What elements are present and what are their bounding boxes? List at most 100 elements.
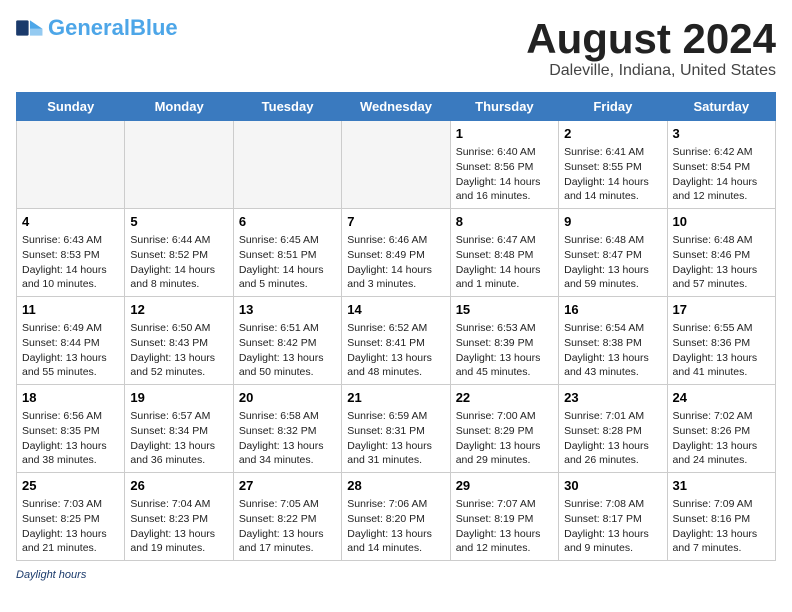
day-number: 17 bbox=[673, 301, 770, 319]
calendar-cell: 1 Sunrise: 6:40 AM Sunset: 8:56 PM Daylig… bbox=[450, 121, 558, 209]
calendar-day-header-tuesday: Tuesday bbox=[233, 93, 341, 121]
calendar-cell bbox=[342, 121, 450, 209]
logo-icon bbox=[16, 19, 44, 37]
calendar-cell: 22 Sunrise: 7:00 AM Sunset: 8:29 PM Dayli… bbox=[450, 385, 558, 473]
day-number: 2 bbox=[564, 125, 661, 143]
day-info: Sunrise: 7:08 AM Sunset: 8:17 PM Dayligh… bbox=[564, 497, 661, 556]
day-info: Sunrise: 6:56 AM Sunset: 8:35 PM Dayligh… bbox=[22, 409, 119, 468]
calendar-day-header-sunday: Sunday bbox=[17, 93, 125, 121]
day-info: Sunrise: 6:55 AM Sunset: 8:36 PM Dayligh… bbox=[673, 321, 770, 380]
day-number: 21 bbox=[347, 389, 444, 407]
day-number: 30 bbox=[564, 477, 661, 495]
day-number: 15 bbox=[456, 301, 553, 319]
calendar-cell bbox=[17, 121, 125, 209]
day-number: 19 bbox=[130, 389, 227, 407]
calendar-cell: 12 Sunrise: 6:50 AM Sunset: 8:43 PM Dayli… bbox=[125, 297, 233, 385]
calendar-cell: 19 Sunrise: 6:57 AM Sunset: 8:34 PM Dayli… bbox=[125, 385, 233, 473]
calendar-cell: 31 Sunrise: 7:09 AM Sunset: 8:16 PM Dayli… bbox=[667, 472, 775, 560]
calendar-day-header-friday: Friday bbox=[559, 93, 667, 121]
calendar-cell: 24Sunrise: 7:02 AM Sunset: 8:26 PM Dayli… bbox=[667, 385, 775, 473]
day-info: Sunrise: 6:46 AM Sunset: 8:49 PM Dayligh… bbox=[347, 233, 444, 292]
calendar-cell: 23 Sunrise: 7:01 AM Sunset: 8:28 PM Dayli… bbox=[559, 385, 667, 473]
calendar-cell: 29 Sunrise: 7:07 AM Sunset: 8:19 PM Dayli… bbox=[450, 472, 558, 560]
day-info: Sunrise: 7:03 AM Sunset: 8:25 PM Dayligh… bbox=[22, 497, 119, 556]
day-info: Sunrise: 7:00 AM Sunset: 8:29 PM Dayligh… bbox=[456, 409, 553, 468]
calendar-cell: 8 Sunrise: 6:47 AM Sunset: 8:48 PM Daylig… bbox=[450, 209, 558, 297]
calendar-week-row: 18 Sunrise: 6:56 AM Sunset: 8:35 PM Dayli… bbox=[17, 385, 776, 473]
calendar-day-header-thursday: Thursday bbox=[450, 93, 558, 121]
logo-text: GeneralBlue bbox=[48, 16, 178, 40]
day-number: 20 bbox=[239, 389, 336, 407]
calendar-cell: 2 Sunrise: 6:41 AM Sunset: 8:55 PM Daylig… bbox=[559, 121, 667, 209]
calendar-cell: 7 Sunrise: 6:46 AM Sunset: 8:49 PM Daylig… bbox=[342, 209, 450, 297]
day-number: 31 bbox=[673, 477, 770, 495]
day-info: Sunrise: 6:58 AM Sunset: 8:32 PM Dayligh… bbox=[239, 409, 336, 468]
day-number: 23 bbox=[564, 389, 661, 407]
day-number: 9 bbox=[564, 213, 661, 231]
calendar-day-header-monday: Monday bbox=[125, 93, 233, 121]
page-title: August 2024 bbox=[526, 16, 776, 62]
day-info: Sunrise: 6:54 AM Sunset: 8:38 PM Dayligh… bbox=[564, 321, 661, 380]
header: GeneralBlue August 2024 Daleville, India… bbox=[16, 16, 776, 80]
day-info: Sunrise: 7:07 AM Sunset: 8:19 PM Dayligh… bbox=[456, 497, 553, 556]
calendar-cell: 16 Sunrise: 6:54 AM Sunset: 8:38 PM Dayli… bbox=[559, 297, 667, 385]
day-number: 3 bbox=[673, 125, 770, 143]
day-info: Sunrise: 6:40 AM Sunset: 8:56 PM Dayligh… bbox=[456, 145, 553, 204]
day-info: Sunrise: 7:09 AM Sunset: 8:16 PM Dayligh… bbox=[673, 497, 770, 556]
calendar-cell: 18 Sunrise: 6:56 AM Sunset: 8:35 PM Dayli… bbox=[17, 385, 125, 473]
day-number: 1 bbox=[456, 125, 553, 143]
day-info: Sunrise: 6:49 AM Sunset: 8:44 PM Dayligh… bbox=[22, 321, 119, 380]
calendar-week-row: 4Sunrise: 6:43 AM Sunset: 8:53 PM Daylig… bbox=[17, 209, 776, 297]
calendar-week-row: 11Sunrise: 6:49 AM Sunset: 8:44 PM Dayli… bbox=[17, 297, 776, 385]
day-number: 5 bbox=[130, 213, 227, 231]
calendar-cell: 13Sunrise: 6:51 AM Sunset: 8:42 PM Dayli… bbox=[233, 297, 341, 385]
calendar-cell: 6 Sunrise: 6:45 AM Sunset: 8:51 PM Daylig… bbox=[233, 209, 341, 297]
day-number: 14 bbox=[347, 301, 444, 319]
calendar-cell: 26Sunrise: 7:04 AM Sunset: 8:23 PM Dayli… bbox=[125, 472, 233, 560]
day-info: Sunrise: 6:45 AM Sunset: 8:51 PM Dayligh… bbox=[239, 233, 336, 292]
day-info: Sunrise: 6:57 AM Sunset: 8:34 PM Dayligh… bbox=[130, 409, 227, 468]
page-subtitle: Daleville, Indiana, United States bbox=[526, 62, 776, 80]
calendar-cell bbox=[233, 121, 341, 209]
day-info: Sunrise: 7:05 AM Sunset: 8:22 PM Dayligh… bbox=[239, 497, 336, 556]
day-number: 29 bbox=[456, 477, 553, 495]
day-number: 16 bbox=[564, 301, 661, 319]
calendar-cell: 20 Sunrise: 6:58 AM Sunset: 8:32 PM Dayli… bbox=[233, 385, 341, 473]
day-info: Sunrise: 6:53 AM Sunset: 8:39 PM Dayligh… bbox=[456, 321, 553, 380]
calendar-day-header-wednesday: Wednesday bbox=[342, 93, 450, 121]
day-number: 18 bbox=[22, 389, 119, 407]
footer-note: Daylight hours bbox=[16, 569, 776, 581]
day-number: 4 bbox=[22, 213, 119, 231]
day-number: 6 bbox=[239, 213, 336, 231]
calendar-cell: 21 Sunrise: 6:59 AM Sunset: 8:31 PM Dayli… bbox=[342, 385, 450, 473]
day-info: Sunrise: 6:59 AM Sunset: 8:31 PM Dayligh… bbox=[347, 409, 444, 468]
calendar-cell: 4Sunrise: 6:43 AM Sunset: 8:53 PM Daylig… bbox=[17, 209, 125, 297]
calendar-table: SundayMondayTuesdayWednesdayThursdayFrid… bbox=[16, 92, 776, 561]
day-number: 28 bbox=[347, 477, 444, 495]
day-number: 13 bbox=[239, 301, 336, 319]
day-info: Sunrise: 6:52 AM Sunset: 8:41 PM Dayligh… bbox=[347, 321, 444, 380]
day-info: Sunrise: 6:42 AM Sunset: 8:54 PM Dayligh… bbox=[673, 145, 770, 204]
day-info: Sunrise: 7:01 AM Sunset: 8:28 PM Dayligh… bbox=[564, 409, 661, 468]
day-number: 7 bbox=[347, 213, 444, 231]
calendar-cell: 28 Sunrise: 7:06 AM Sunset: 8:20 PM Dayli… bbox=[342, 472, 450, 560]
day-number: 12 bbox=[130, 301, 227, 319]
calendar-cell: 25Sunrise: 7:03 AM Sunset: 8:25 PM Dayli… bbox=[17, 472, 125, 560]
day-info: Sunrise: 6:41 AM Sunset: 8:55 PM Dayligh… bbox=[564, 145, 661, 204]
day-info: Sunrise: 6:48 AM Sunset: 8:47 PM Dayligh… bbox=[564, 233, 661, 292]
day-info: Sunrise: 6:50 AM Sunset: 8:43 PM Dayligh… bbox=[130, 321, 227, 380]
day-info: Sunrise: 7:06 AM Sunset: 8:20 PM Dayligh… bbox=[347, 497, 444, 556]
day-info: Sunrise: 7:04 AM Sunset: 8:23 PM Dayligh… bbox=[130, 497, 227, 556]
calendar-cell: 9 Sunrise: 6:48 AM Sunset: 8:47 PM Daylig… bbox=[559, 209, 667, 297]
calendar-day-header-saturday: Saturday bbox=[667, 93, 775, 121]
logo: GeneralBlue bbox=[16, 16, 178, 40]
calendar-cell: 14 Sunrise: 6:52 AM Sunset: 8:41 PM Dayli… bbox=[342, 297, 450, 385]
title-area: August 2024 Daleville, Indiana, United S… bbox=[526, 16, 776, 80]
calendar-cell: 5Sunrise: 6:44 AM Sunset: 8:52 PM Daylig… bbox=[125, 209, 233, 297]
day-info: Sunrise: 6:47 AM Sunset: 8:48 PM Dayligh… bbox=[456, 233, 553, 292]
calendar-cell: 30 Sunrise: 7:08 AM Sunset: 8:17 PM Dayli… bbox=[559, 472, 667, 560]
calendar-cell: 11Sunrise: 6:49 AM Sunset: 8:44 PM Dayli… bbox=[17, 297, 125, 385]
calendar-cell: 3 Sunrise: 6:42 AM Sunset: 8:54 PM Daylig… bbox=[667, 121, 775, 209]
day-number: 22 bbox=[456, 389, 553, 407]
day-number: 8 bbox=[456, 213, 553, 231]
